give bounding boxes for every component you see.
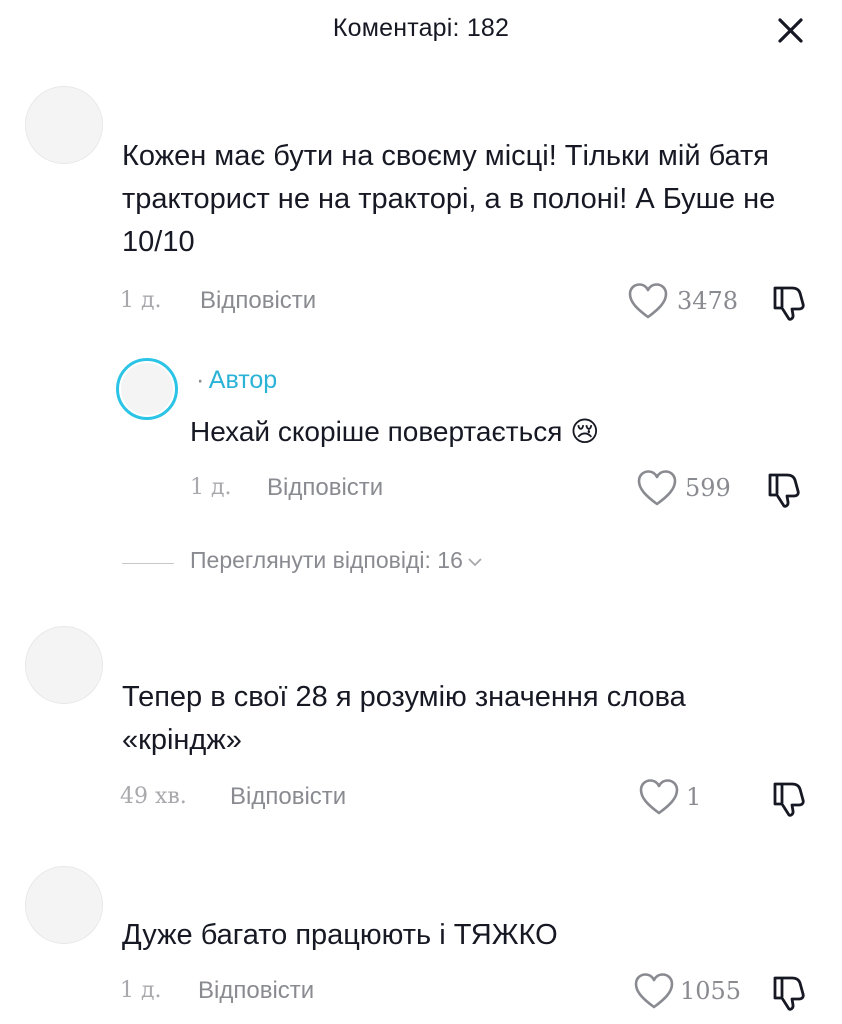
heart-icon[interactable] — [636, 469, 678, 507]
like-button[interactable] — [633, 972, 675, 1015]
heart-icon[interactable] — [638, 778, 680, 816]
like-button[interactable] — [627, 282, 669, 325]
like-button[interactable] — [638, 778, 680, 821]
reply-button[interactable]: Відповісти — [267, 474, 383, 502]
page-title: Коментарі: 182 — [332, 14, 510, 42]
view-replies-button[interactable]: Переглянути відповіді: 16 — [190, 547, 483, 574]
author-avatar[interactable] — [116, 358, 178, 420]
like-count: 3478 — [677, 287, 739, 315]
reply-text: Нехай скоріше повертається — [190, 416, 563, 447]
avatar[interactable] — [25, 86, 103, 164]
dislike-button[interactable] — [765, 469, 805, 514]
heart-icon[interactable] — [633, 972, 675, 1010]
reply-time: 1 д. — [190, 475, 232, 500]
comment-time: 1 д. — [120, 978, 162, 1003]
like-count: 1055 — [680, 977, 742, 1005]
like-count: 599 — [685, 474, 731, 502]
thumbs-down-icon[interactable] — [770, 972, 810, 1012]
reply-text-row: Нехай скоріше повертається 😢 — [190, 412, 599, 452]
comment-time: 49 хв. — [120, 784, 187, 809]
replies-count: 16 — [437, 547, 463, 573]
thumbs-down-icon[interactable] — [770, 778, 810, 818]
comment-text: Дуже багато працюють і ТЯЖКО — [122, 919, 558, 951]
divider-line — [122, 563, 174, 564]
reply-button[interactable]: Відповісти — [200, 287, 316, 315]
close-button[interactable] — [770, 10, 812, 52]
reply-button[interactable]: Відповісти — [198, 977, 314, 1005]
comment-time: 1 д. — [120, 288, 162, 313]
like-button[interactable] — [636, 469, 678, 512]
heart-icon[interactable] — [627, 282, 669, 320]
author-row: · Автор — [196, 366, 277, 395]
avatar[interactable] — [25, 626, 103, 704]
chevron-down-icon — [468, 558, 482, 567]
dislike-button[interactable] — [770, 778, 810, 823]
thumbs-down-icon[interactable] — [765, 469, 805, 509]
comment-text: Кожен має бути на своєму місці! Тільки м… — [122, 140, 776, 258]
view-replies-label: Переглянути відповіді: — [190, 547, 438, 573]
comment-text: Тепер в свої 28 я розумію значення слова… — [122, 681, 686, 756]
author-badge: Автор — [208, 366, 278, 394]
like-count: 1 — [686, 783, 702, 811]
thumbs-down-icon[interactable] — [770, 282, 810, 322]
reply-button[interactable]: Відповісти — [230, 783, 346, 811]
separator-dot: · — [196, 366, 205, 394]
crying-face-emoji: 😢 — [570, 415, 600, 448]
dislike-button[interactable] — [770, 972, 810, 1017]
dislike-button[interactable] — [770, 282, 810, 327]
avatar[interactable] — [25, 866, 103, 944]
close-icon[interactable] — [770, 10, 812, 52]
